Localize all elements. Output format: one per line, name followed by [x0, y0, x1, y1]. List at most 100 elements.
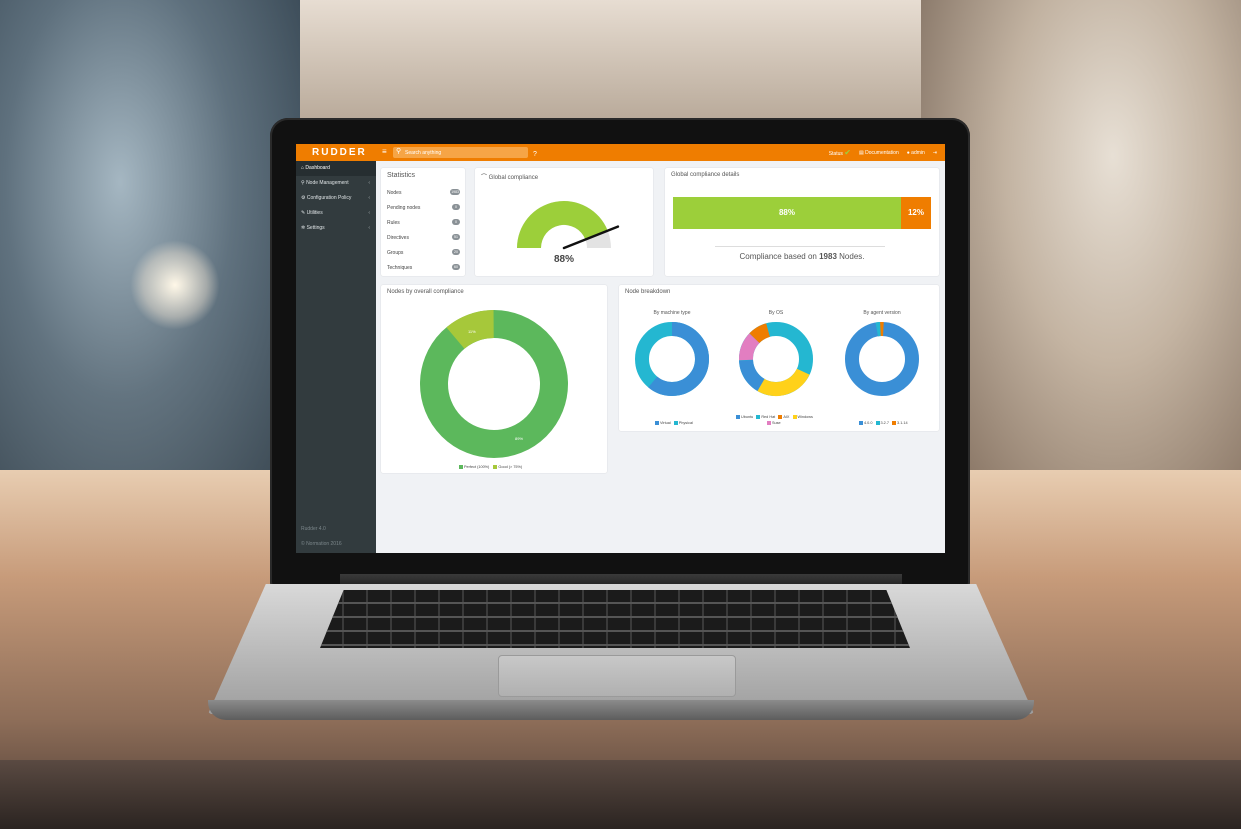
compliance-gauge	[517, 201, 620, 250]
sidebar-item-label: Utilities	[306, 210, 323, 216]
os-legend-row2: Suse	[767, 421, 781, 425]
gauge-value: 88%	[553, 254, 574, 265]
global-compliance-panel: ⌒ Global compliance 88%	[475, 168, 653, 276]
legend-label: Suse	[772, 421, 781, 425]
stat-groups[interactable]: Groups 20	[387, 249, 460, 256]
stat-techniques[interactable]: Techniques 60	[387, 264, 460, 271]
documentation-link[interactable]: ▤ Documentation	[859, 150, 899, 156]
legend-swatch	[736, 415, 740, 419]
sidebar-item-utilities[interactable]: ✎ Utilities ‹	[296, 206, 376, 221]
sidebar-item-dashboard[interactable]: ⌂ Dashboard	[296, 161, 376, 176]
status-label: Status	[828, 151, 843, 157]
hamburger-menu-icon[interactable]: ≡	[382, 147, 387, 156]
laptop-keyboard	[320, 590, 910, 648]
sidebar: ⌂ Dashboard ⚲ Node Management ‹ ⚙ Configu…	[296, 161, 376, 553]
legend-swatch	[875, 421, 880, 425]
sidebar-item-label: Node Management	[306, 180, 349, 186]
help-icon[interactable]: ?	[533, 151, 537, 158]
rudder-logo[interactable]: RUDDER	[312, 147, 367, 158]
logout-icon[interactable]: ⇥	[933, 150, 937, 156]
compliance-note: Compliance based on 1983 Nodes.	[665, 252, 939, 261]
laptop-trackpad[interactable]	[498, 655, 736, 697]
stat-directives[interactable]: Directives 51	[387, 234, 460, 241]
search-box: ⚲ ?	[393, 147, 537, 158]
stat-nodes[interactable]: Nodes 1983	[387, 189, 460, 196]
compliance-donut-chart: 11% 89%	[420, 310, 568, 459]
stat-rules[interactable]: Rules 0	[387, 219, 460, 226]
legend-swatch	[859, 421, 863, 425]
statistics-panel: Statistics Nodes 1983 Pending nodes 0 Rule…	[381, 168, 465, 276]
search-input[interactable]	[405, 148, 515, 157]
stat-label: Nodes	[387, 190, 402, 196]
version-text: Rudder 4.0	[301, 526, 326, 532]
chevron-icon: ‹	[368, 195, 370, 201]
sidebar-item-node-management[interactable]: ⚲ Node Management ‹	[296, 176, 376, 191]
stat-label: Pending nodes	[387, 205, 421, 211]
stat-label: Techniques	[387, 265, 413, 271]
legend-swatch	[673, 421, 678, 425]
agent-legend: 4.0.0 3.2.7 3.1.14	[859, 421, 908, 425]
stat-pending-nodes[interactable]: Pending nodes 0	[387, 204, 460, 211]
sidebar-item-settings[interactable]: ✲ Settings ‹	[296, 221, 376, 236]
note-suffix: Nodes.	[839, 252, 865, 261]
dashboard-main: Statistics Nodes 1983 Pending nodes 0 Rule…	[376, 161, 945, 553]
laptop-screen: RUDDER ≡ ⚲ ? Status ✔ ▤ Documentation ● …	[296, 144, 945, 553]
count-badge: 60	[452, 264, 460, 270]
legend-label: Ubuntu	[741, 415, 754, 419]
search-icon: ⚲	[396, 148, 402, 155]
legend-swatch	[493, 465, 498, 469]
legend-swatch	[792, 415, 797, 419]
node-count: 1983	[819, 252, 837, 261]
legend-label: 3.1.14	[897, 421, 908, 425]
legend-label: 3.2.7	[880, 421, 889, 425]
legend-swatch	[459, 465, 463, 469]
legend-label: Physical	[678, 421, 693, 425]
stat-label: Groups	[387, 250, 404, 256]
legend-label: AIX	[783, 415, 790, 419]
legend-label: Red Hat	[761, 415, 776, 419]
legend-swatch	[767, 421, 771, 425]
legend-label: Perfect (100%)	[464, 465, 490, 469]
slice-label-small: 11%	[468, 329, 476, 334]
legend-swatch	[756, 415, 761, 419]
breakdown-donuts	[635, 321, 919, 397]
donut-slice-4-0-0[interactable]	[845, 322, 919, 396]
sidebar-item-label: Settings	[306, 225, 325, 231]
chevron-icon: ‹	[368, 210, 370, 216]
user-menu[interactable]: ● admin	[907, 150, 925, 156]
status-check-icon: ✔	[844, 148, 851, 157]
count-badge: 1983	[450, 189, 460, 195]
laptop-base-lip	[208, 700, 1034, 720]
compliance-bar-compliant[interactable]: 88%	[673, 197, 901, 229]
legend-swatch	[892, 421, 897, 425]
top-navbar: RUDDER ≡ ⚲ ? Status ✔ ▤ Documentation ● …	[296, 144, 945, 161]
lens-flare	[130, 240, 220, 330]
nodes-by-compliance-panel: Nodes by overall compliance 11% 89% Perf…	[381, 285, 607, 473]
legend-label: 4.0.0	[864, 421, 873, 425]
copyright-text: © Normation 2016	[301, 541, 342, 547]
sidebar-item-configuration-policy[interactable]: ⚙ Configuration Policy ‹	[296, 191, 376, 206]
compliance-bar-noncompliant[interactable]: 12%	[901, 197, 931, 229]
compliance-details-panel: Global compliance details 88% 12% Compli…	[665, 168, 939, 276]
count-badge: 51	[452, 234, 460, 240]
legend-label: Virtual	[660, 421, 671, 425]
compliance-legend: Perfect (100%) Good (> 75%)	[459, 465, 522, 469]
slice-label-large: 89%	[515, 436, 523, 441]
legend-swatch	[655, 421, 659, 425]
legend-label: Good (> 75%)	[498, 465, 523, 469]
panel-title: Global compliance details	[671, 172, 740, 178]
panel-title: Statistics	[387, 172, 416, 179]
sidebar-item-label: Dashboard	[305, 165, 330, 171]
table-edge	[0, 760, 1241, 829]
node-breakdown-panel: Node breakdown By machine type By OS By …	[619, 285, 939, 431]
note-prefix: Compliance based on	[739, 252, 817, 261]
stat-label: Rules	[387, 220, 400, 226]
legend-label: Windows	[797, 415, 813, 419]
divider	[715, 246, 885, 247]
blurred-wall	[300, 0, 921, 120]
stat-label: Directives	[387, 235, 409, 241]
status-link[interactable]: Status ✔	[829, 148, 851, 157]
top-right-nav: Status ✔ ▤ Documentation ● admin ⇥	[829, 148, 937, 157]
chevron-icon: ‹	[368, 180, 370, 186]
donut-slice-perfect[interactable]	[420, 310, 568, 458]
